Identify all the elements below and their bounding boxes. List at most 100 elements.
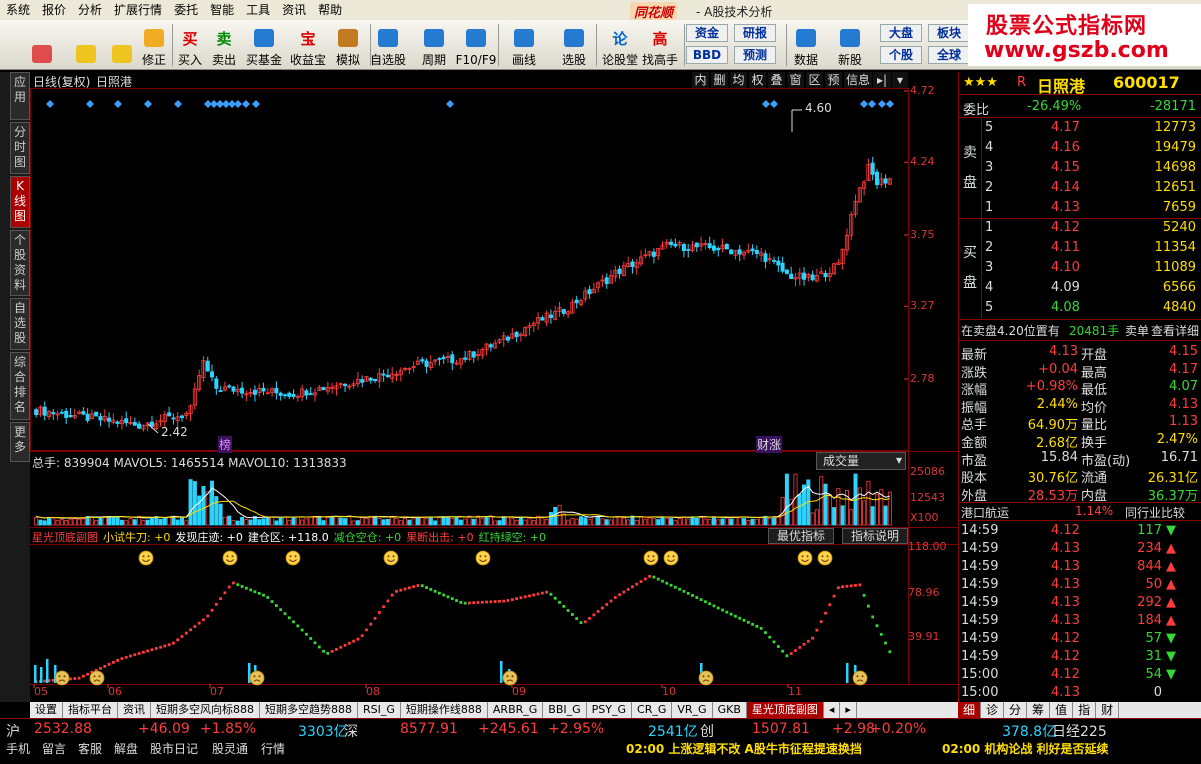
- detail-tab[interactable]: 指: [1073, 702, 1097, 718]
- left-tab-6[interactable]: 更多: [10, 422, 30, 462]
- menu-item[interactable]: 帮助: [312, 0, 348, 20]
- menu-item[interactable]: 报价: [36, 0, 72, 20]
- menu-item[interactable]: 系统: [0, 0, 36, 20]
- detail-tab[interactable]: 分: [1004, 702, 1028, 718]
- toolbar-button-14[interactable]: 论论股堂: [600, 22, 640, 68]
- news-ticker[interactable]: 02:00 上涨逻辑不改 A股牛市征程提速换挡: [626, 740, 936, 758]
- indicator-tab[interactable]: GKB: [713, 702, 747, 718]
- left-tab-1[interactable]: 分时图: [10, 122, 30, 174]
- ask-price[interactable]: 4.17: [1051, 120, 1080, 135]
- detail-tab[interactable]: 细: [958, 702, 982, 718]
- panel-collapse-icon[interactable]: ▸|: [873, 72, 891, 88]
- sector-compare-button[interactable]: 同行业比较: [1125, 504, 1185, 521]
- status-button[interactable]: 留言: [42, 740, 72, 758]
- toolbar-button-9[interactable]: 自选股: [368, 22, 408, 68]
- toolbar-button-17[interactable]: 新股: [830, 22, 870, 68]
- finance-badge[interactable]: 财涨: [756, 436, 783, 453]
- toolbar-button-6[interactable]: 买基金: [244, 22, 284, 68]
- panel-button[interactable]: 内: [692, 72, 709, 88]
- left-tab-0[interactable]: 应用: [10, 72, 30, 120]
- status-button[interactable]: 股灵通: [212, 740, 255, 758]
- menu-item[interactable]: 分析: [72, 0, 108, 20]
- status-button[interactable]: 解盘: [114, 740, 144, 758]
- panel-button[interactable]: 区: [806, 72, 823, 88]
- indicator-help-button[interactable]: 指标说明: [842, 528, 908, 544]
- toolbar-button-5[interactable]: 卖卖出: [204, 22, 244, 68]
- indicator-tab[interactable]: PSY_G: [587, 702, 633, 718]
- toolbar-button-10[interactable]: 周期: [414, 22, 454, 68]
- toolbar-button-3[interactable]: 修正: [134, 22, 174, 68]
- view-detail-link[interactable]: 查看详细: [1151, 322, 1199, 339]
- panel-button[interactable]: 叠: [768, 72, 785, 88]
- detail-tab[interactable]: 值: [1050, 702, 1074, 718]
- left-tab-4[interactable]: 自选股: [10, 298, 30, 350]
- menu-item[interactable]: 工具: [240, 0, 276, 20]
- indicator-tab[interactable]: 资讯: [118, 702, 151, 718]
- toolbar-button-8[interactable]: 模拟: [328, 22, 368, 68]
- detail-tab[interactable]: 筹: [1027, 702, 1051, 718]
- quick-button[interactable]: BBD: [686, 46, 728, 64]
- toolbar-button-16[interactable]: 数据: [786, 22, 826, 68]
- quick-button[interactable]: 个股: [880, 46, 922, 64]
- toolbar-button-13[interactable]: 选股: [554, 22, 594, 68]
- toolbar-button-11[interactable]: F10/F9: [456, 22, 496, 68]
- menu-item[interactable]: 智能: [204, 0, 240, 20]
- panel-button[interactable]: 窗: [787, 72, 804, 88]
- toolbar-button-12[interactable]: 画线: [504, 22, 544, 68]
- toolbar-button-1[interactable]: [66, 22, 106, 68]
- quick-button[interactable]: 板块: [928, 24, 970, 42]
- sz-index[interactable]: 8577.91: [400, 721, 458, 737]
- quick-button[interactable]: 大盘: [880, 24, 922, 42]
- quick-button[interactable]: 全球: [928, 46, 970, 64]
- status-button[interactable]: 股市日记: [150, 740, 206, 758]
- kline-chart-svg[interactable]: [30, 72, 958, 702]
- detail-tab[interactable]: 诊: [981, 702, 1005, 718]
- cy-index[interactable]: 1507.81: [752, 721, 810, 737]
- sector-name[interactable]: 港口航运: [961, 504, 1009, 521]
- indicator-tab[interactable]: 指标平台: [63, 702, 118, 718]
- indicator-tab[interactable]: 短期多空风向标888: [151, 702, 260, 718]
- indicator-tab[interactable]: VR_G: [672, 702, 713, 718]
- tab-scroll-left-icon[interactable]: ◂: [824, 702, 841, 718]
- sh-index[interactable]: 2532.88: [34, 721, 92, 737]
- ask-price[interactable]: 4.14: [1051, 180, 1080, 195]
- panel-menu-icon[interactable]: ▾: [892, 72, 908, 88]
- bid-price[interactable]: 4.11: [1051, 240, 1080, 255]
- indicator-tab[interactable]: CR_G: [632, 702, 673, 718]
- indicator-tab[interactable]: BBI_G: [543, 702, 587, 718]
- chevron-down-icon[interactable]: ▾: [896, 453, 902, 467]
- tab-scroll-right-icon[interactable]: ▸: [840, 702, 857, 718]
- left-tab-3[interactable]: 个股资料: [10, 230, 30, 296]
- toolbar-button-15[interactable]: 高找高手: [640, 22, 680, 68]
- chart-area[interactable]: 日线(复权) 日照港内删均权叠窗区预信息 ▸| ▾ 4.72 4.24 3.75 3.27 2.…: [30, 72, 958, 702]
- indicator-tab[interactable]: 短期操作线888: [401, 702, 488, 718]
- panel-button[interactable]: 预: [825, 72, 842, 88]
- toolbar-button-0[interactable]: [22, 22, 62, 68]
- menu-item[interactable]: 委托: [168, 0, 204, 20]
- status-button[interactable]: 手机: [6, 740, 36, 758]
- indicator-tab[interactable]: 设置: [30, 702, 63, 718]
- quick-button[interactable]: 资金: [686, 24, 728, 42]
- menu-item[interactable]: 资讯: [276, 0, 312, 20]
- ask-price[interactable]: 4.16: [1051, 140, 1080, 155]
- status-button[interactable]: 行情: [261, 740, 291, 758]
- panel-button[interactable]: 删: [711, 72, 728, 88]
- bid-price[interactable]: 4.10: [1051, 260, 1080, 275]
- panel-button[interactable]: 权: [749, 72, 766, 88]
- left-tab-2[interactable]: K线图: [10, 176, 30, 228]
- indicator-tab[interactable]: RSI_G: [358, 702, 401, 718]
- best-indicator-button[interactable]: 最优指标: [768, 528, 834, 544]
- bid-price[interactable]: 4.08: [1051, 300, 1080, 315]
- panel-button[interactable]: 均: [730, 72, 747, 88]
- ask-price[interactable]: 4.15: [1051, 160, 1080, 175]
- rank-badge[interactable]: 榜: [218, 436, 233, 453]
- quick-button[interactable]: 预测: [734, 46, 776, 64]
- bid-price[interactable]: 4.12: [1051, 220, 1080, 235]
- indicator-tab[interactable]: 星光顶底副图: [746, 702, 824, 718]
- left-tab-5[interactable]: 综合排名: [10, 352, 30, 420]
- quick-button[interactable]: 研报: [734, 24, 776, 42]
- status-button[interactable]: 客服: [78, 740, 108, 758]
- news-ticker[interactable]: 02:00 机构论战 利好是否延续: [942, 740, 1198, 758]
- detail-tab[interactable]: 财: [1096, 702, 1120, 718]
- volume-dropdown[interactable]: 成交量: [816, 452, 906, 470]
